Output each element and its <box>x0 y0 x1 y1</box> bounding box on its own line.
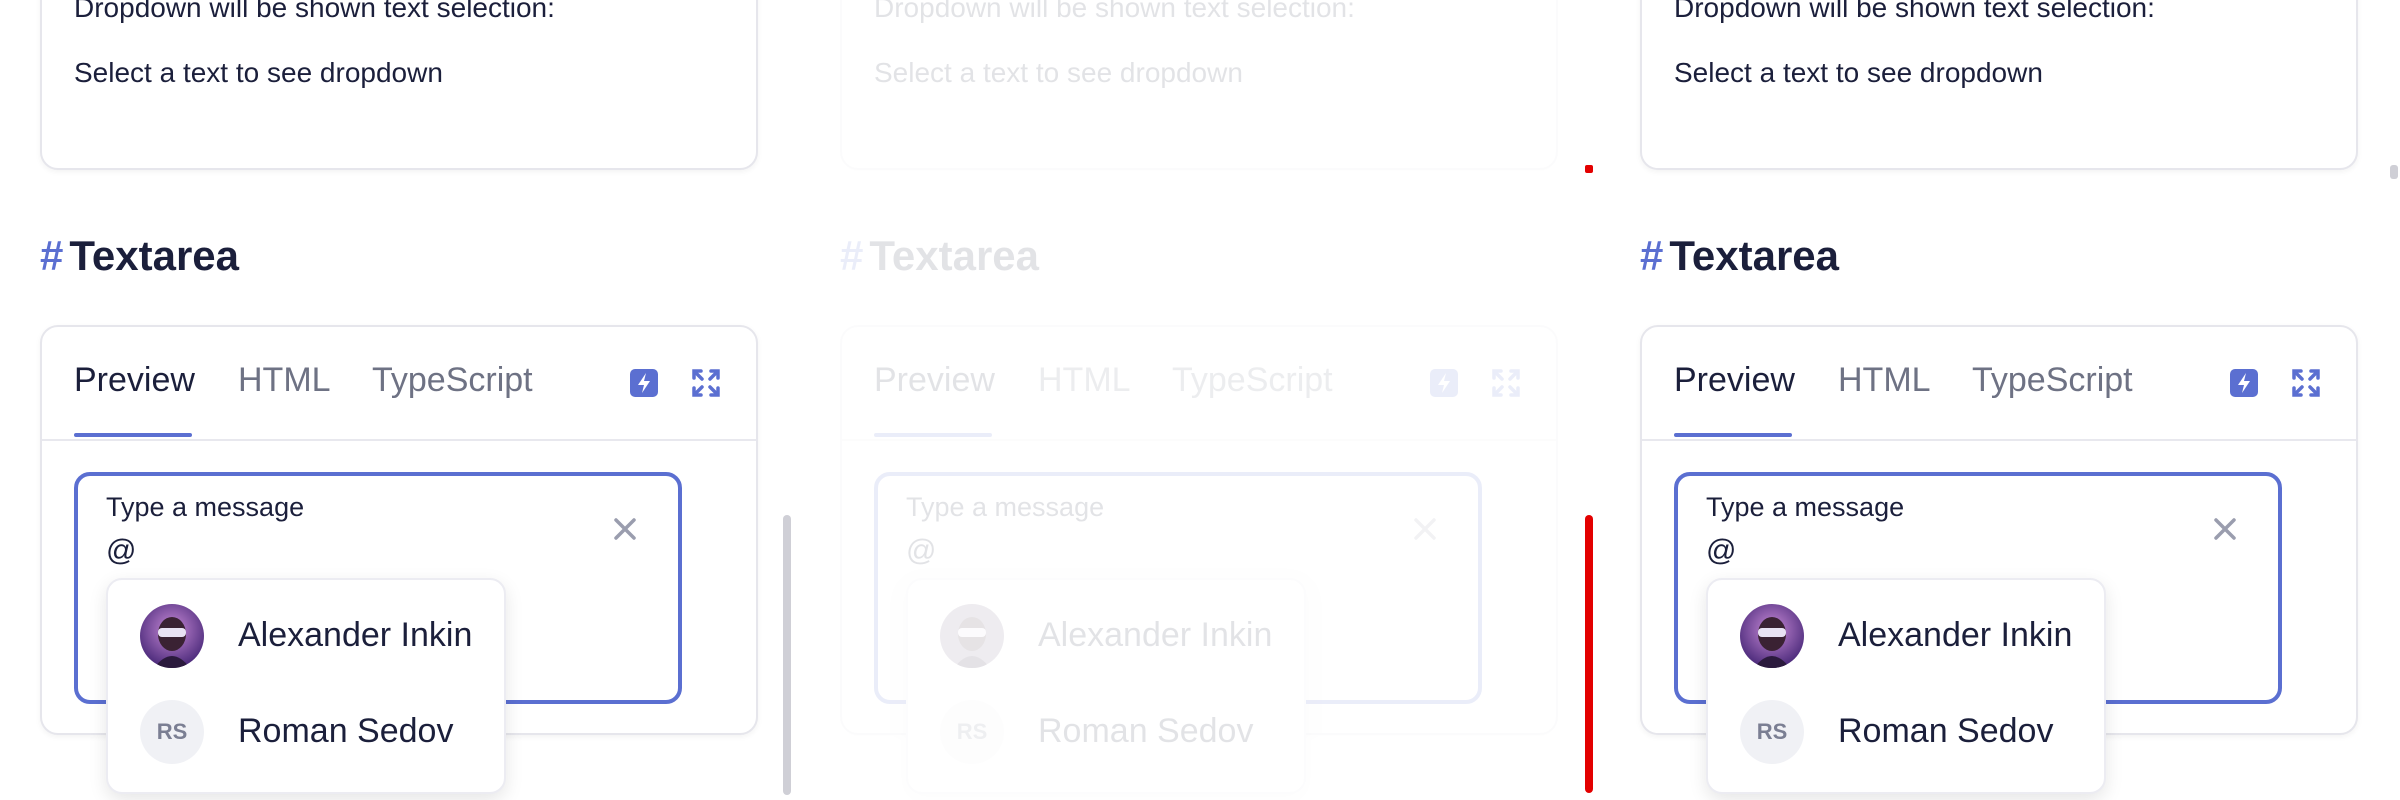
section-title: Textarea <box>869 232 1040 279</box>
avatar-photo-icon <box>140 604 204 668</box>
lightning-icon[interactable] <box>2228 367 2260 399</box>
tab-typescript[interactable]: TypeScript <box>1172 361 1333 400</box>
scroll-marker <box>1585 165 1593 173</box>
card-text-line[interactable]: Select a text to see dropdown <box>1674 57 2043 89</box>
anchor-hash[interactable]: # <box>840 232 863 279</box>
section-heading: # Textarea <box>40 232 239 280</box>
active-tab-indicator <box>1674 433 1792 437</box>
card-text-line[interactable]: Select a text to see dropdown <box>74 57 443 89</box>
section-title: Textarea <box>69 232 240 279</box>
dropdown-selection-card: Dropdown will be shown text selection: S… <box>1640 0 2358 170</box>
tab-bar: Preview HTML TypeScript <box>42 327 756 441</box>
demo-panel-1: Dropdown will be shown text selection: S… <box>0 0 760 800</box>
avatar-photo-icon <box>1740 604 1804 668</box>
section-title: Textarea <box>1669 232 1840 279</box>
close-icon[interactable] <box>2210 514 2240 544</box>
demo-panel-3: Dropdown will be shown text selection: S… <box>1600 0 2360 800</box>
textarea-value[interactable]: @ <box>1706 534 1736 568</box>
tab-bar: Preview HTML TypeScript <box>1642 327 2356 441</box>
section-heading: # Textarea <box>1640 232 1839 280</box>
textarea-label: Type a message <box>906 492 1105 522</box>
option-name: Roman Sedov <box>1038 712 1254 750</box>
demo-panel-2: Dropdown will be shown text selection: S… <box>800 0 1560 800</box>
mention-option[interactable]: RS Roman Sedov <box>108 682 504 778</box>
mention-option[interactable]: RS Roman Sedov <box>1708 682 2104 778</box>
textarea-label: Type a message <box>106 492 305 522</box>
avatar <box>1740 604 1804 668</box>
card-text-line: Dropdown will be shown text selection: <box>1674 0 2155 23</box>
option-name: Alexander Inkin <box>1038 616 1273 654</box>
avatar-photo-icon <box>940 604 1004 668</box>
textarea-value[interactable]: @ <box>106 534 136 568</box>
section-heading: # Textarea <box>840 232 1039 280</box>
mention-option[interactable]: Alexander Inkin <box>908 586 1304 682</box>
lightning-icon[interactable] <box>628 367 660 399</box>
tab-preview[interactable]: Preview <box>874 361 995 400</box>
close-icon[interactable] <box>610 514 640 544</box>
mention-dropdown: Alexander Inkin RS Roman Sedov <box>906 578 1306 794</box>
card-text-line[interactable]: Select a text to see dropdown <box>874 57 1243 89</box>
avatar: RS <box>1740 700 1804 764</box>
lightning-icon[interactable] <box>1428 367 1460 399</box>
dropdown-selection-card: Dropdown will be shown text selection: S… <box>40 0 758 170</box>
tab-html[interactable]: HTML <box>1038 361 1131 400</box>
mention-option[interactable]: RS Roman Sedov <box>908 682 1304 778</box>
anchor-hash[interactable]: # <box>40 232 63 279</box>
option-name: Roman Sedov <box>1838 712 2054 750</box>
tab-html[interactable]: HTML <box>238 361 331 400</box>
tab-bar: Preview HTML TypeScript <box>842 327 1556 441</box>
textarea-value[interactable]: @ <box>906 534 936 568</box>
active-tab-indicator <box>874 433 992 437</box>
dropdown-selection-card: Dropdown will be shown text selection: S… <box>840 0 1558 170</box>
expand-icon[interactable] <box>1490 367 1522 399</box>
mention-dropdown: Alexander Inkin RS Roman Sedov <box>1706 578 2106 794</box>
close-icon[interactable] <box>1410 514 1440 544</box>
mention-option[interactable]: Alexander Inkin <box>108 586 504 682</box>
tab-typescript[interactable]: TypeScript <box>1972 361 2133 400</box>
avatar <box>940 604 1004 668</box>
expand-icon[interactable] <box>2290 367 2322 399</box>
expand-icon[interactable] <box>690 367 722 399</box>
tab-preview[interactable]: Preview <box>74 361 195 400</box>
avatar: RS <box>940 700 1004 764</box>
option-name: Alexander Inkin <box>238 616 473 654</box>
avatar: RS <box>140 700 204 764</box>
mention-dropdown: Alexander Inkin RS Roman Sedov <box>106 578 506 794</box>
option-name: Alexander Inkin <box>1838 616 2073 654</box>
card-text-line: Dropdown will be shown text selection: <box>874 0 1355 23</box>
anchor-hash[interactable]: # <box>1640 232 1663 279</box>
scrollbar-thumb[interactable] <box>783 515 791 795</box>
tab-preview[interactable]: Preview <box>1674 361 1795 400</box>
avatar <box>140 604 204 668</box>
card-text-line: Dropdown will be shown text selection: <box>74 0 555 23</box>
scrollbar-thumb[interactable] <box>2390 165 2398 179</box>
active-tab-indicator <box>74 433 192 437</box>
option-name: Roman Sedov <box>238 712 454 750</box>
scrollbar-thumb-highlight[interactable] <box>1585 515 1593 793</box>
textarea-label: Type a message <box>1706 492 1905 522</box>
tab-html[interactable]: HTML <box>1838 361 1931 400</box>
mention-option[interactable]: Alexander Inkin <box>1708 586 2104 682</box>
tab-typescript[interactable]: TypeScript <box>372 361 533 400</box>
